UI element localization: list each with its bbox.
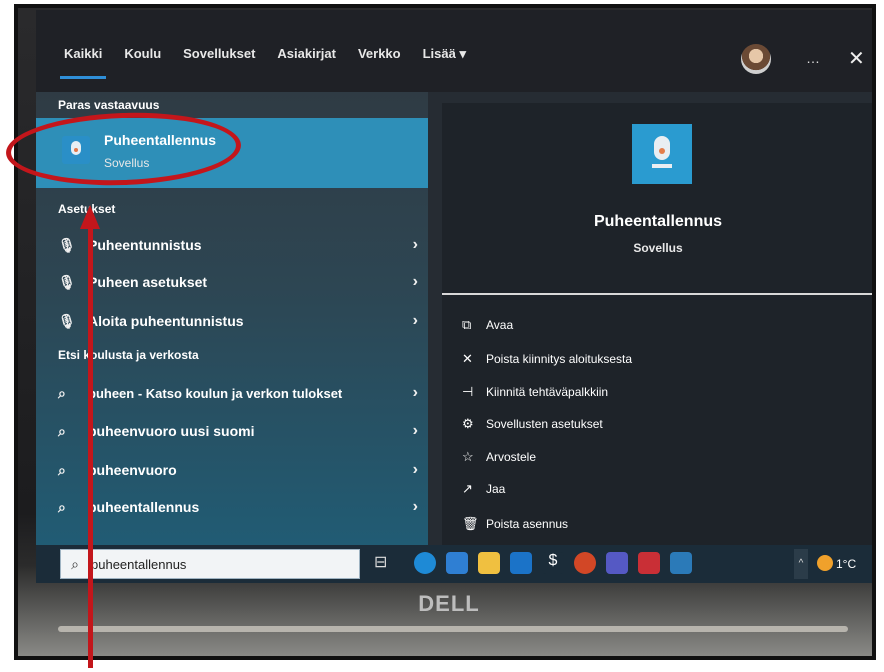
open-icon: ⧉ xyxy=(462,317,472,332)
app-icon[interactable] xyxy=(638,552,660,574)
chevron-right-icon[interactable]: › xyxy=(413,273,418,291)
action-label: Sovellusten asetukset xyxy=(486,417,603,431)
settings-item-label: Puheen asetukset xyxy=(88,274,208,290)
pin-icon: ⊣ xyxy=(462,384,474,399)
chevron-right-icon[interactable]: › xyxy=(413,461,418,479)
tab-school[interactable]: Koulu xyxy=(124,46,161,62)
voice-recorder-icon xyxy=(632,124,692,184)
dell-logo: DELL xyxy=(418,591,480,616)
chevron-right-icon[interactable]: › xyxy=(413,498,418,516)
web-result-item[interactable]: ⌕ puheenvuoro uusi suomi › xyxy=(58,416,418,446)
task-view-icon[interactable]: ⊟ xyxy=(374,552,396,574)
preview-subtitle: Sovellus xyxy=(633,241,683,255)
web-result-label: puheen - Katso koulun ja verkon tulokset xyxy=(88,385,343,401)
action-label: Jaa xyxy=(486,482,506,496)
temperature[interactable]: 1°C xyxy=(836,557,856,571)
action-label: Poista kiinnitys aloituksesta xyxy=(486,352,633,366)
tab-more[interactable]: Lisää ▾ xyxy=(423,46,466,62)
search-icon: ⌕ xyxy=(71,555,79,572)
action-app-settings[interactable]: ⚙ Sovellusten asetukset xyxy=(462,416,603,432)
web-result-label: puheenvuoro xyxy=(88,462,177,478)
chevron-right-icon[interactable]: › xyxy=(413,236,418,254)
microphone-icon: 🎙 xyxy=(58,312,76,329)
weather-icon[interactable] xyxy=(817,555,833,571)
action-label: Poista asennus xyxy=(486,517,569,531)
preview-pane: Puheentallennus Sovellus ⧉ Avaa ✕ Poista… xyxy=(442,103,872,583)
action-label: Arvostele xyxy=(486,450,537,464)
avatar[interactable] xyxy=(741,44,771,74)
action-label: Avaa xyxy=(486,318,514,332)
gear-icon: ⚙ xyxy=(462,416,474,431)
chevron-right-icon[interactable]: › xyxy=(413,312,418,330)
file-explorer-icon[interactable] xyxy=(478,552,500,574)
tab-apps[interactable]: Sovellukset xyxy=(183,46,255,62)
web-result-item[interactable]: ⌕ puheentallennus › xyxy=(58,492,418,522)
dollar-app-icon[interactable]: $ xyxy=(542,552,564,574)
settings-item[interactable]: 🎙 Puheen asetukset › xyxy=(58,267,418,297)
tab-all[interactable]: Kaikki xyxy=(59,46,107,79)
more-options-icon[interactable]: … xyxy=(806,50,820,66)
action-share[interactable]: ↗ Jaa xyxy=(462,481,505,497)
web-result-item[interactable]: ⌕ puheen - Katso koulun ja verkon tuloks… xyxy=(58,378,418,408)
app-icon[interactable] xyxy=(670,552,692,574)
edge-icon[interactable] xyxy=(414,552,436,574)
preview-title: Puheentallennus xyxy=(593,213,723,230)
settings-item[interactable]: 🎙 Aloita puheentunnistus › xyxy=(58,306,418,336)
chevron-right-icon[interactable]: › xyxy=(413,422,418,440)
divider xyxy=(442,293,872,295)
settings-item-label: Puheentunnistus xyxy=(88,237,202,253)
annotation-arrow xyxy=(88,228,93,668)
web-results-header: Etsi koulusta ja verkosta xyxy=(58,348,199,362)
teams-icon[interactable] xyxy=(606,552,628,574)
unpin-icon: ✕ xyxy=(462,351,473,366)
scope-tabs: Kaikki Koulu Sovellukset Asiakirjat Verk… xyxy=(59,46,488,79)
action-uninstall[interactable]: 🗑 Poista asennus xyxy=(462,516,568,532)
search-icon: ⌕ xyxy=(58,498,66,515)
search-icon: ⌕ xyxy=(58,461,66,478)
settings-item-label: Aloita puheentunnistus xyxy=(88,313,244,329)
chevron-right-icon[interactable]: › xyxy=(413,384,418,402)
trash-icon: 🗑 xyxy=(462,516,479,531)
tab-web[interactable]: Verkko xyxy=(358,46,401,62)
outlook-icon[interactable] xyxy=(510,552,532,574)
microphone-icon: 🎙 xyxy=(58,236,76,253)
web-result-label: puheenvuoro uusi suomi xyxy=(88,423,255,439)
action-unpin-start[interactable]: ✕ Poista kiinnitys aloituksesta xyxy=(462,351,632,367)
laptop-hinge xyxy=(58,626,848,632)
photo-frame: Kaikki Koulu Sovellukset Asiakirjat Verk… xyxy=(14,4,876,660)
taskbar: ⌕ ⊟ $ ^ 1°C xyxy=(36,545,872,583)
powerpoint-icon[interactable] xyxy=(574,552,596,574)
search-icon: ⌕ xyxy=(58,384,66,401)
web-result-item[interactable]: ⌕ puheenvuoro › xyxy=(58,455,418,485)
search-input[interactable] xyxy=(89,555,343,573)
taskbar-search-box[interactable]: ⌕ xyxy=(60,549,360,579)
store-icon[interactable] xyxy=(446,552,468,574)
show-hidden-icons-button[interactable]: ^ xyxy=(794,549,808,579)
close-icon[interactable]: ✕ xyxy=(848,46,865,71)
settings-item[interactable]: 🎙 Puheentunnistus › xyxy=(58,230,418,260)
star-icon: ☆ xyxy=(462,449,474,464)
search-scope-bar: Kaikki Koulu Sovellukset Asiakirjat Verk… xyxy=(36,10,872,92)
action-open[interactable]: ⧉ Avaa xyxy=(462,317,513,333)
search-icon: ⌕ xyxy=(58,422,66,439)
microphone-icon: 🎙 xyxy=(58,273,76,290)
action-rate[interactable]: ☆ Arvostele xyxy=(462,449,536,465)
tab-documents[interactable]: Asiakirjat xyxy=(277,46,336,62)
web-result-label: puheentallennus xyxy=(88,499,200,515)
action-pin-taskbar[interactable]: ⊣ Kiinnitä tehtäväpalkkiin xyxy=(462,384,608,400)
windows-search-panel: Kaikki Koulu Sovellukset Asiakirjat Verk… xyxy=(36,10,872,583)
share-icon: ↗ xyxy=(462,481,473,496)
best-match-header: Paras vastaavuus xyxy=(58,98,160,112)
action-label: Kiinnitä tehtäväpalkkiin xyxy=(486,385,609,399)
annotation-arrow-head xyxy=(80,205,100,229)
